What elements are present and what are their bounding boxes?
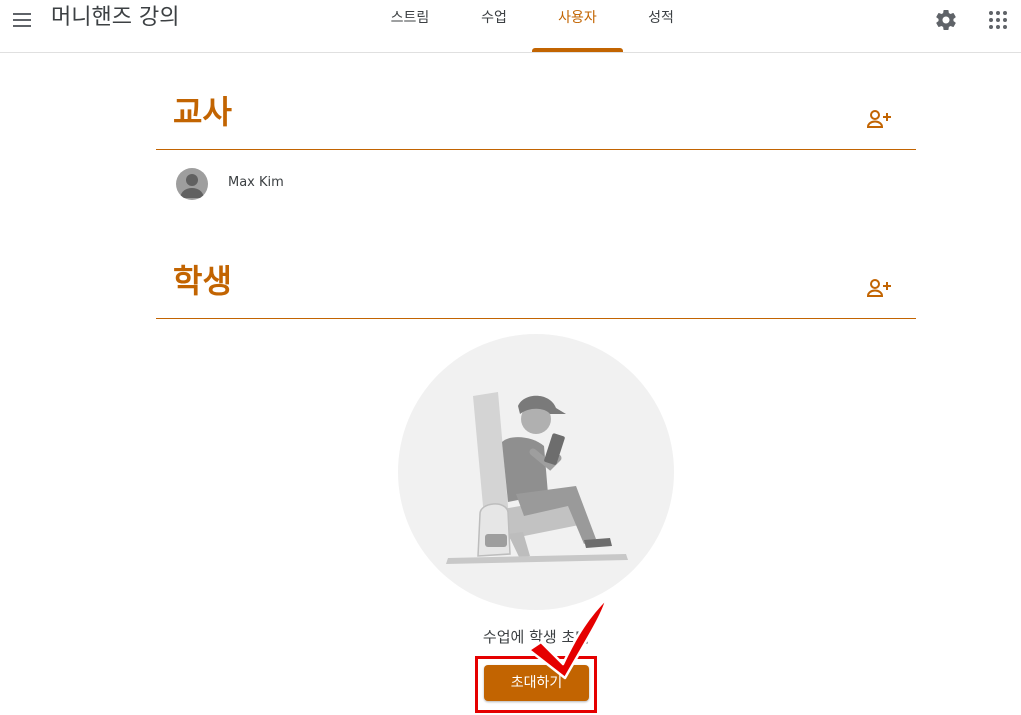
menu-icon[interactable] xyxy=(12,10,34,32)
class-title[interactable]: 머니핸즈 강의 xyxy=(51,2,179,34)
checkmark-annotation-icon xyxy=(527,596,609,680)
gear-icon[interactable] xyxy=(934,8,958,32)
tab-stream[interactable]: 스트림 xyxy=(378,0,442,52)
add-student-icon[interactable] xyxy=(866,277,892,299)
students-divider xyxy=(156,318,916,319)
active-tab-indicator xyxy=(532,48,623,52)
empty-students-illustration xyxy=(398,334,674,610)
teacher-row[interactable]: Max Kim xyxy=(156,162,916,206)
top-bar: 머니핸즈 강의 스트림 수업 사용자 성적 xyxy=(0,0,1021,53)
tab-people[interactable]: 사용자 xyxy=(532,0,623,52)
teacher-name: Max Kim xyxy=(228,175,284,190)
teachers-title: 교사 xyxy=(173,93,232,131)
avatar-icon xyxy=(176,168,208,200)
add-teacher-icon[interactable] xyxy=(866,108,892,130)
teachers-divider xyxy=(156,149,916,150)
tab-grades[interactable]: 성적 xyxy=(634,0,688,52)
apps-icon[interactable] xyxy=(986,8,1010,32)
students-title: 학생 xyxy=(173,262,232,300)
tab-classwork[interactable]: 수업 xyxy=(466,0,522,52)
